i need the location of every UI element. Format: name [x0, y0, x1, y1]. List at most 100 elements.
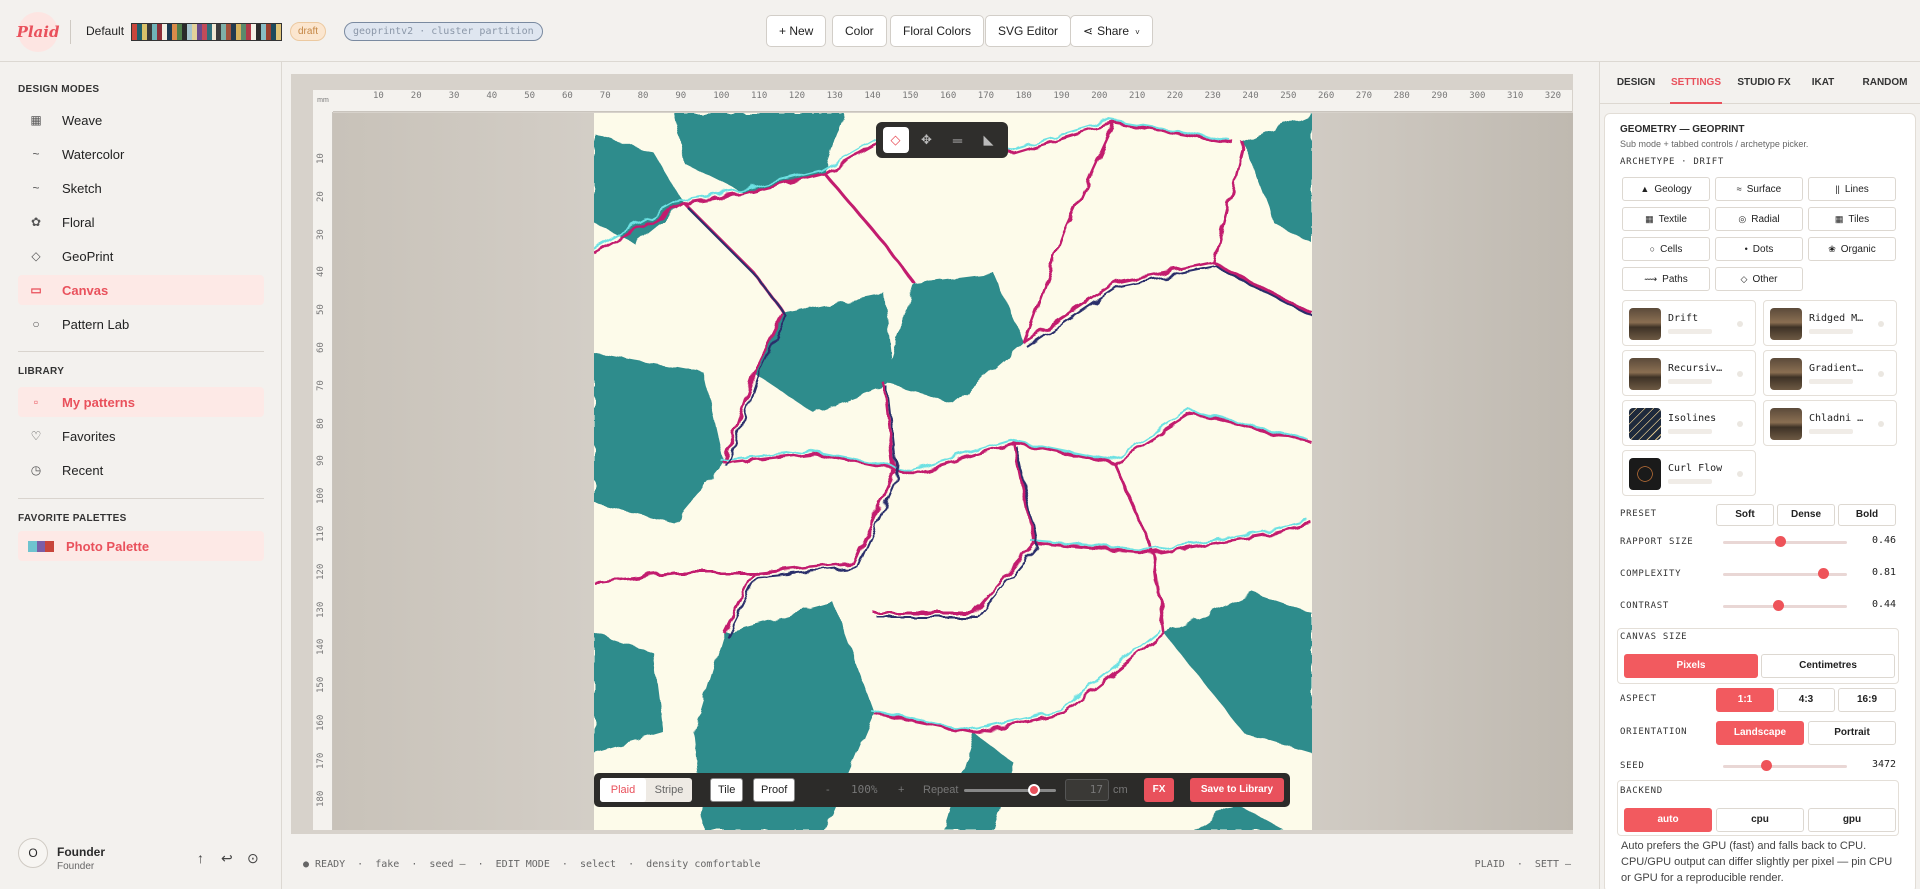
favorite-dot-icon[interactable]	[1737, 321, 1743, 327]
repeat-slider[interactable]	[964, 789, 1056, 792]
archetype-lines[interactable]: || Lines	[1808, 177, 1896, 201]
sidebar-item-canvas[interactable]: ▭ Canvas	[18, 275, 264, 305]
undo-icon[interactable]: ↩	[221, 850, 233, 867]
option-cpu[interactable]: cpu	[1716, 808, 1804, 832]
complexity-slider[interactable]	[1723, 568, 1847, 579]
archetype-geology[interactable]: ▲ Geology	[1622, 177, 1710, 201]
sidebar-item-sketch[interactable]: ~ Sketch	[18, 173, 264, 203]
option-pixels[interactable]: Pixels	[1624, 654, 1758, 678]
upload-icon[interactable]: ↑	[197, 850, 204, 866]
favorite-dot-icon[interactable]	[1737, 471, 1743, 477]
zoom-in-button[interactable]: +	[898, 778, 904, 802]
select-tool-icon[interactable]: ◇	[882, 127, 909, 153]
divider	[18, 351, 264, 352]
color-button[interactable]: Color	[832, 15, 887, 47]
archetype-card[interactable]: Gradient…	[1763, 350, 1897, 396]
rapport-size-slider[interactable]	[1723, 536, 1847, 547]
avatar[interactable]: O	[18, 838, 48, 868]
favorite-dot-icon[interactable]	[1737, 421, 1743, 427]
swatch-stripe	[276, 24, 281, 40]
slider-handle[interactable]	[1772, 600, 1784, 611]
option-portrait[interactable]: Portrait	[1808, 721, 1896, 745]
sidebar-item-favorites[interactable]: ♡ Favorites	[18, 421, 264, 451]
sidebar-item-geoprint[interactable]: ◇ GeoPrint	[18, 241, 264, 271]
ruler-tick-label: 260	[1318, 91, 1335, 101]
archetype-surface[interactable]: ≈ Surface	[1715, 177, 1803, 201]
preset-dense-button[interactable]: Dense	[1777, 504, 1835, 526]
proof-button[interactable]: Proof	[753, 778, 796, 802]
favorite-dot-icon[interactable]	[1878, 371, 1884, 377]
sidebar-item-watercolor[interactable]: ~ Watercolor	[18, 139, 264, 169]
sidebar-item-weave[interactable]: ▦ Weave	[18, 105, 264, 135]
fx-button[interactable]: FX	[1144, 778, 1174, 802]
app-logo[interactable]: Plaid	[17, 12, 59, 52]
option-centimetres[interactable]: Centimetres	[1761, 654, 1895, 678]
archetype-card[interactable]: Ridged M…	[1763, 300, 1897, 346]
tab-ikat[interactable]: IKAT	[1804, 62, 1842, 104]
option-gpu[interactable]: gpu	[1808, 808, 1896, 832]
contrast-slider[interactable]	[1723, 600, 1847, 611]
pattern-canvas[interactable]	[594, 113, 1312, 830]
ruler-tool-icon[interactable]: ◣	[976, 127, 1002, 153]
archetype-cells[interactable]: ○ Cells	[1622, 237, 1710, 261]
preset-bold-button[interactable]: Bold	[1838, 504, 1896, 526]
floral-colors-button[interactable]: Floral Colors	[890, 15, 985, 47]
stripe-toggle[interactable]: Stripe	[646, 778, 692, 802]
archetype-card[interactable]: Isolines	[1622, 400, 1756, 446]
option-16-9[interactable]: 16:9	[1838, 688, 1896, 712]
tab-studio-fx[interactable]: STUDIO FX	[1734, 62, 1794, 104]
archetype-thumbnail	[1629, 358, 1661, 390]
favorite-dot-icon[interactable]	[1878, 421, 1884, 427]
seed-slider[interactable]	[1723, 760, 1847, 771]
ruler-tick-label: 90	[675, 91, 687, 101]
new-button[interactable]: + New	[766, 15, 827, 47]
archetype-card-name: Isolines	[1668, 413, 1717, 424]
archetype-paths[interactable]: ⟿ Paths	[1622, 267, 1710, 291]
zoom-out-button[interactable]: -	[826, 778, 830, 802]
palette-swatch-strip[interactable]	[131, 23, 282, 41]
sidebar-item-recent[interactable]: ◷ Recent	[18, 455, 264, 485]
sidebar-item-pattern-lab[interactable]: ○ Pattern Lab	[18, 309, 264, 339]
tab-random[interactable]: RANDOM	[1856, 62, 1914, 104]
sidebar-item-my-patterns[interactable]: ▫ My patterns	[18, 387, 264, 417]
move-tool-icon[interactable]: ✥	[914, 127, 940, 153]
tab-settings[interactable]: SETTINGS	[1670, 62, 1722, 104]
archetype-tiles[interactable]: ▦ Tiles	[1808, 207, 1896, 231]
settings-icon[interactable]: ⊙	[247, 850, 259, 867]
ruler-tick-label: 240	[1242, 91, 1259, 101]
sidebar-item-floral[interactable]: ✿ Floral	[18, 207, 264, 237]
save-to-library-button[interactable]: Save to Library	[1190, 778, 1284, 802]
repeat-slider-handle[interactable]	[1027, 784, 1040, 796]
line-tool-icon[interactable]: ═	[945, 127, 971, 153]
tab-design[interactable]: DESIGN	[1616, 62, 1656, 104]
favorite-palette-item[interactable]: Photo Palette	[18, 531, 264, 561]
archetype-card[interactable]: Chladni …	[1763, 400, 1897, 446]
plaid-toggle[interactable]: Plaid	[600, 778, 646, 802]
archetype-card[interactable]: Drift	[1622, 300, 1756, 346]
share-button[interactable]: ⋖ Share ˅	[1070, 15, 1153, 47]
slider-handle[interactable]	[1775, 536, 1787, 547]
archetype-card[interactable]: Curl Flow	[1622, 450, 1756, 496]
favorite-dot-icon[interactable]	[1878, 321, 1884, 327]
option-landscape[interactable]: Landscape	[1716, 721, 1804, 745]
option-1-1[interactable]: 1:1	[1716, 688, 1774, 712]
option-auto[interactable]: auto	[1624, 808, 1712, 832]
preset-soft-button[interactable]: Soft	[1716, 504, 1774, 526]
archetype-textile[interactable]: ▦ Textile	[1622, 207, 1710, 231]
tile-button[interactable]: Tile	[710, 778, 744, 802]
archetype-other[interactable]: ◇ Other	[1715, 267, 1803, 291]
design-name[interactable]: Default	[86, 24, 124, 38]
svg-editor-button[interactable]: SVG Editor	[985, 15, 1072, 47]
canvas-bottom-bar: Plaid Stripe Tile Proof - 100% + Repeat …	[594, 773, 1290, 807]
archetype-organic[interactable]: ❀ Organic	[1808, 237, 1896, 261]
archetype-dots[interactable]: • Dots	[1715, 237, 1803, 261]
repeat-input[interactable]: 17	[1065, 779, 1109, 801]
complexity-label: COMPLEXITY	[1620, 569, 1682, 579]
ruler-tick-label: 140	[864, 91, 881, 101]
archetype-radial[interactable]: ◎ Radial	[1715, 207, 1803, 231]
favorite-dot-icon[interactable]	[1737, 371, 1743, 377]
ruler-tick-label: 120	[788, 91, 806, 101]
archetype-card[interactable]: Recursiv…	[1622, 350, 1756, 396]
option-4-3[interactable]: 4:3	[1777, 688, 1835, 712]
archetype-label: Surface	[1746, 184, 1782, 195]
